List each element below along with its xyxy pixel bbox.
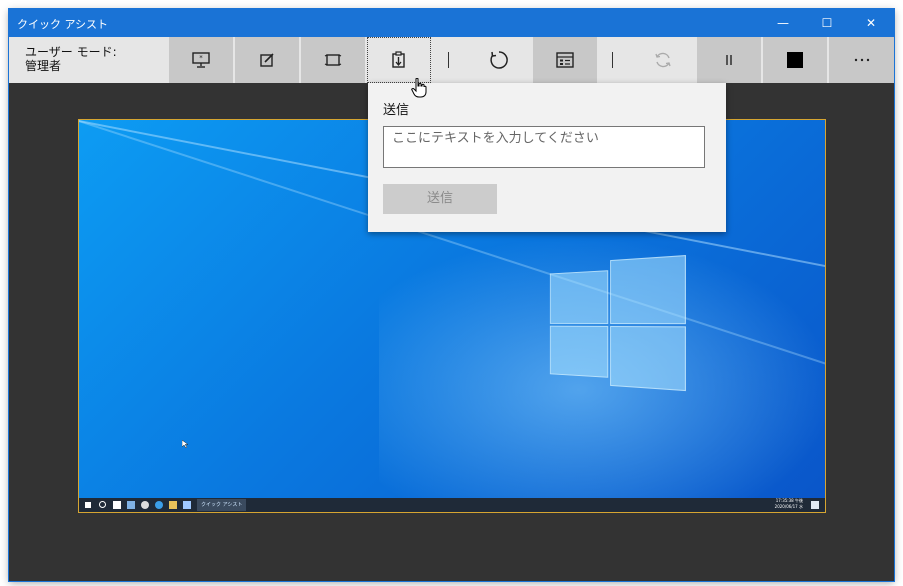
logo-pane xyxy=(610,255,686,325)
more-icon xyxy=(854,58,869,62)
svg-text:*: * xyxy=(199,54,203,62)
toolbar: ユーザー モード: 管理者 * xyxy=(9,37,894,83)
more-button[interactable] xyxy=(829,37,894,83)
remote-taskbar[interactable]: クイック アシスト 17:35:38 午後 2020/06/17 水 xyxy=(79,498,825,512)
taskbar-clock[interactable]: 17:35:38 午後 2020/06/17 水 xyxy=(743,498,803,512)
pause-icon xyxy=(726,55,732,65)
quick-assist-taskbar-label: クイック アシスト xyxy=(201,502,243,508)
toolbar-separator xyxy=(448,52,449,68)
actual-size-button[interactable] xyxy=(301,37,365,83)
taskbar-app-quick-assist[interactable]: クイック アシスト xyxy=(197,499,247,511)
send-button[interactable]: 送信 xyxy=(383,184,497,214)
logo-pane xyxy=(549,270,609,324)
message-input[interactable] xyxy=(383,126,705,168)
minimize-button[interactable]: — xyxy=(761,9,805,37)
mail-icon[interactable] xyxy=(127,501,135,509)
user-mode-text: ユーザー モード: xyxy=(25,45,117,59)
toolbar-separator xyxy=(612,52,613,68)
logo-pane xyxy=(549,325,609,378)
notifications-icon[interactable] xyxy=(811,501,819,509)
edge-icon[interactable] xyxy=(155,501,163,509)
close-button[interactable]: ✕ xyxy=(849,9,893,37)
title-bar[interactable]: クイック アシスト — ☐ ✕ xyxy=(9,9,894,37)
restart-button[interactable] xyxy=(467,37,531,83)
remote-cursor-icon xyxy=(182,440,188,448)
pause-button[interactable] xyxy=(697,37,761,83)
clock-date: 2020/06/17 水 xyxy=(774,504,803,509)
app-icon[interactable] xyxy=(183,501,191,509)
user-mode-label: ユーザー モード: 管理者 xyxy=(25,45,117,73)
settings-icon[interactable] xyxy=(141,501,149,509)
explorer-icon[interactable] xyxy=(169,501,177,509)
annotate-button[interactable] xyxy=(235,37,299,83)
reconnect-button[interactable] xyxy=(631,37,695,83)
popup-title: 送信 xyxy=(383,103,410,118)
windows-logo xyxy=(549,255,686,392)
start-icon[interactable] xyxy=(85,502,91,508)
annotate-icon xyxy=(260,53,274,67)
search-icon[interactable] xyxy=(99,501,106,508)
window-title: クイック アシスト xyxy=(17,18,109,31)
task-manager-button[interactable] xyxy=(533,37,597,83)
user-mode-value: 管理者 xyxy=(25,59,62,73)
actual-size-icon xyxy=(324,54,342,66)
instruction-channel-popup: 送信 送信 xyxy=(368,83,726,232)
store-icon[interactable] xyxy=(113,501,121,509)
hand-cursor-icon xyxy=(411,78,427,98)
restart-icon xyxy=(490,51,508,69)
task-manager-icon xyxy=(556,52,574,68)
end-icon xyxy=(787,52,803,68)
maximize-button[interactable]: ☐ xyxy=(805,9,849,37)
select-monitor-icon: * xyxy=(192,52,210,68)
select-monitor-button[interactable]: * xyxy=(169,37,233,83)
instruction-channel-icon xyxy=(392,51,405,68)
logo-pane xyxy=(610,325,686,392)
end-button[interactable] xyxy=(763,37,827,83)
quick-assist-window: クイック アシスト — ☐ ✕ ユーザー モード: 管理者 * クイック アシス… xyxy=(9,9,894,581)
instruction-channel-button[interactable] xyxy=(367,37,431,83)
reconnect-icon xyxy=(655,52,671,68)
